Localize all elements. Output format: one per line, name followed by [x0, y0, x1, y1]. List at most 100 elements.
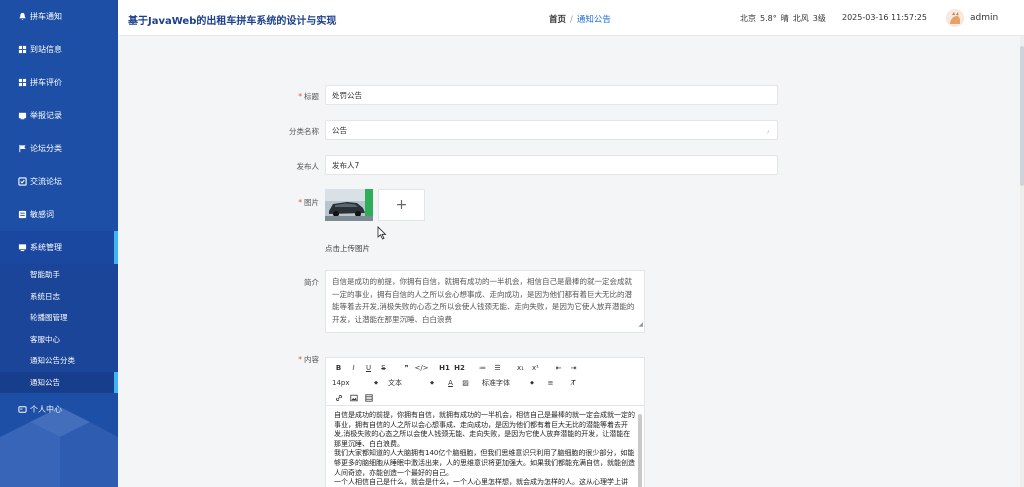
- avatar-image: [946, 9, 964, 27]
- ordered-list-button[interactable]: ≔: [476, 361, 489, 374]
- sidebar-subitem-carousel[interactable]: 轮播图管理: [0, 307, 118, 329]
- breadcrumb-separator: /: [570, 15, 573, 25]
- sidebar-subitem-system-log[interactable]: 系统日志: [0, 285, 118, 307]
- code-block-button[interactable]: </>: [414, 361, 428, 374]
- clear-format-icon[interactable]: T̸: [567, 376, 580, 389]
- image-icon[interactable]: [347, 391, 360, 404]
- sidebar-subitem-label: 系统日志: [30, 291, 60, 301]
- sidebar-subitem-label: 轮播图管理: [30, 313, 68, 323]
- flag-icon: [18, 144, 27, 153]
- content-label-text: 内容: [304, 355, 319, 364]
- title-input-value: 处罚公告: [332, 90, 362, 100]
- font-size-value: 14px: [332, 378, 350, 387]
- sidebar-item-forum[interactable]: 交流论坛: [0, 165, 118, 198]
- sidebar-subitem-label: 智能助手: [30, 270, 60, 280]
- subscript-button[interactable]: x₁: [514, 361, 527, 374]
- category-label-text: 分类名称: [289, 127, 319, 136]
- publisher-input[interactable]: 发布人7: [325, 155, 778, 175]
- sidebar-item-sensitive-words[interactable]: 敏感词: [0, 198, 118, 231]
- sidebar-item-label: 举报记录: [30, 111, 62, 120]
- username[interactable]: admin: [970, 13, 998, 23]
- forum-icon: [18, 177, 27, 186]
- editor-paragraph: 一个人相信自己是什么，就会是什么，一个人心里怎样想，就会成为怎样的人。这从心理学…: [334, 478, 628, 487]
- title-input[interactable]: 处罚公告: [325, 85, 778, 105]
- align-icon[interactable]: ≡: [544, 376, 557, 389]
- bullet-list-button[interactable]: ☰: [491, 361, 504, 374]
- link-icon[interactable]: [332, 391, 345, 404]
- chevron-down-icon: ⌟: [766, 127, 769, 134]
- required-mark: *: [298, 198, 302, 207]
- car-photo: [325, 189, 373, 221]
- editor-content[interactable]: 自信是成功的前提，你拥有自信，就拥有成功的一半机会，相信自己是最棒的就一定会成就…: [326, 406, 644, 487]
- publisher-input-value: 发布人7: [332, 160, 360, 170]
- upload-button[interactable]: +: [378, 189, 425, 221]
- resize-handle-icon[interactable]: ◢: [638, 319, 643, 332]
- breadcrumb: 首页 / 通知公告: [549, 13, 611, 25]
- weather-city: 北京: [740, 14, 756, 23]
- video-icon[interactable]: [362, 391, 375, 404]
- sidebar-item-label: 论坛分类: [30, 144, 62, 153]
- publisher-label-text: 发布人: [296, 162, 320, 171]
- sidebar-subitem-notice[interactable]: 通知公告: [0, 371, 118, 393]
- sidebar-item-arrival-info[interactable]: 到站信息: [0, 33, 118, 66]
- sidebar-item-system-management[interactable]: 系统管理: [0, 231, 118, 264]
- chevron-down-icon: ◆: [530, 379, 534, 386]
- plus-icon: +: [395, 197, 408, 213]
- breadcrumb-home[interactable]: 首页: [549, 15, 566, 25]
- sidebar-subitem-smart-assistant[interactable]: 智能助手: [0, 264, 118, 286]
- font-family-value: 标准字体: [482, 378, 510, 387]
- word-icon: [18, 210, 27, 219]
- page-scrollbar[interactable]: [1020, 36, 1024, 487]
- weather-wind: 北风: [792, 14, 809, 23]
- blockquote-button[interactable]: ❞: [400, 361, 413, 374]
- app-title: 基于JavaWeb的出租车拼车系统的设计与实现: [128, 16, 337, 27]
- sidebar-item-report-records[interactable]: 举报记录: [0, 99, 118, 132]
- sidebar-item-forum-category[interactable]: 论坛分类: [0, 132, 118, 165]
- sidebar-item-label: 拼车评价: [30, 78, 62, 87]
- underline-button[interactable]: U: [362, 361, 375, 374]
- scrollbar-thumb[interactable]: [1020, 46, 1024, 186]
- category-label: 分类名称: [259, 126, 319, 137]
- uploaded-image-thumbnail[interactable]: [325, 189, 373, 221]
- avatar[interactable]: [946, 9, 964, 27]
- heading1-button[interactable]: H1: [438, 361, 451, 374]
- weather-level: 3级: [812, 14, 826, 23]
- sidebar-item-label: 敏感词: [30, 210, 54, 219]
- editor-paragraph: 我们大家都知道的人大脑拥有140亿个脑细胞，但我们思维意识只利用了脑细胞的很少部…: [334, 449, 635, 477]
- strike-button[interactable]: S: [377, 361, 390, 374]
- bold-button[interactable]: B: [332, 361, 345, 374]
- intro-label: 简介: [259, 277, 319, 288]
- toolbar-row-1: B I U S ❞ </> H1 H2 ≔ ☰ x₁ x¹ ⇤ ⇥: [332, 361, 638, 374]
- image-label-text: 图片: [304, 198, 319, 207]
- weather-temp: 5.8°: [760, 14, 777, 23]
- toolbar-row-2: 14px ◆ 文本 ◆ A ▨ 标准字体 ◆ ≡ T̸: [332, 376, 638, 389]
- current-datetime: 2025-03-16 11:57:25: [842, 13, 927, 22]
- grid-icon: [18, 78, 27, 87]
- category-select[interactable]: 公告 ⌟: [325, 120, 778, 140]
- italic-button[interactable]: I: [347, 361, 360, 374]
- sidebar-item-carpool-review[interactable]: 拼车评价: [0, 66, 118, 99]
- sidebar-item-label: 系统管理: [30, 243, 62, 252]
- outdent-button[interactable]: ⇤: [552, 361, 565, 374]
- editor-scrollbar[interactable]: [638, 414, 642, 487]
- sidebar-item-label: 到站信息: [30, 45, 62, 54]
- intro-textarea[interactable]: 自信是成功的前提，你拥有自信，就拥有成功的一半机会，相信自己是最棒的就一定会成就…: [325, 270, 645, 333]
- top-header: 基于JavaWeb的出租车拼车系统的设计与实现 首页 / 通知公告 北京 5.8° 晴北…: [118, 0, 1024, 36]
- grid-icon: [18, 45, 27, 54]
- indent-button[interactable]: ⇥: [567, 361, 580, 374]
- font-color-icon[interactable]: A: [444, 376, 457, 389]
- font-family-select[interactable]: 标准字体 ◆: [482, 378, 534, 388]
- content-label: * 内容: [259, 354, 319, 365]
- weather-condition: 晴: [780, 14, 789, 23]
- background-color-icon[interactable]: ▨: [459, 376, 472, 389]
- sidebar-subitem-label: 客服中心: [30, 334, 60, 344]
- superscript-button[interactable]: x¹: [529, 361, 542, 374]
- text-style-select[interactable]: 文本 ◆: [388, 378, 434, 388]
- sidebar-item-label: 拼车通知: [30, 12, 62, 21]
- sidebar-item-label: 交流论坛: [30, 177, 62, 186]
- sidebar-subitem-notice-category[interactable]: 通知公告分类: [0, 350, 118, 372]
- sidebar-item-carpool-notice[interactable]: 拼车通知: [0, 0, 118, 33]
- font-size-select[interactable]: 14px ◆: [332, 379, 378, 387]
- heading2-button[interactable]: H2: [453, 361, 466, 374]
- sidebar-subitem-customer-service[interactable]: 客服中心: [0, 328, 118, 350]
